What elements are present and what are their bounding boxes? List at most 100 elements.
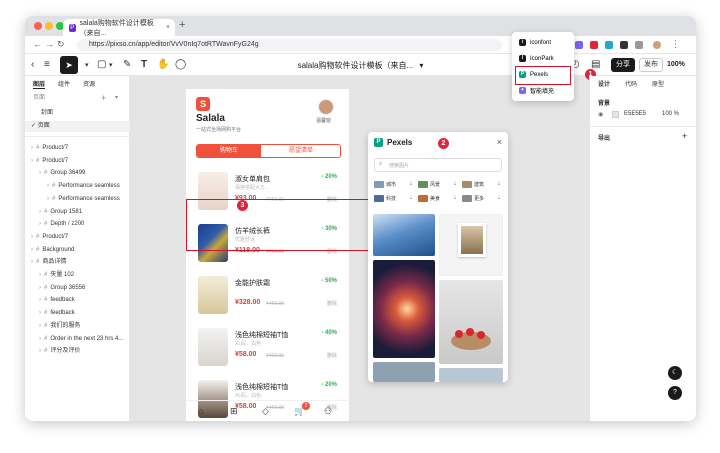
tab-layers[interactable]: 图层 — [33, 79, 46, 89]
publish-button[interactable]: 发布 — [639, 58, 663, 72]
puzzle-icon[interactable] — [635, 41, 643, 49]
color-swatch[interactable] — [612, 111, 619, 118]
tab-close-icon[interactable]: × — [166, 24, 170, 31]
layer-item[interactable]: › # feedback — [25, 308, 130, 319]
tab-components[interactable]: 组件 — [58, 79, 70, 89]
tab-code[interactable]: 代码 — [625, 79, 637, 88]
forward-icon[interactable]: → — [45, 39, 54, 49]
layer-item[interactable]: › # Performance seamless — [25, 194, 130, 205]
add-export-icon[interactable]: + — [682, 131, 687, 141]
download-icon[interactable]: ⇣ — [453, 195, 457, 201]
help-button[interactable]: ? — [668, 386, 682, 400]
extension-icon[interactable] — [590, 41, 598, 49]
chevron-right-icon[interactable]: › — [31, 234, 33, 240]
layer-item[interactable]: › # Depth / z200 — [25, 219, 130, 230]
chevron-right-icon[interactable]: › — [39, 310, 41, 316]
background-hex[interactable]: E5E5E5 — [624, 111, 646, 117]
background-opacity[interactable]: 100 % — [662, 111, 679, 117]
extension-icon[interactable] — [620, 41, 628, 49]
phone-frame[interactable]: S Salala 一站式全场网购平台 温馨窗 购物车 愿望清单 淑女单肩包 保持搭… — [186, 89, 349, 421]
category-chip[interactable]: 风景 ⇣ — [418, 179, 460, 189]
category-chip[interactable]: 城市 ⇣ — [374, 179, 416, 189]
layer-item[interactable]: › # 矢量 102 — [25, 270, 130, 281]
layer-item[interactable]: › # 我们的服务 — [25, 321, 130, 332]
chevron-right-icon[interactable]: › — [39, 209, 41, 215]
download-icon[interactable]: ⇣ — [453, 181, 457, 187]
close-window-button[interactable] — [34, 22, 42, 30]
category-chip[interactable]: 更多 ⇣ — [462, 193, 504, 203]
download-icon[interactable]: ⇣ — [497, 195, 501, 201]
design-canvas[interactable]: S Salala 一站式全场网购平台 温馨窗 购物车 愿望清单 淑女单肩包 保持搭… — [130, 32, 596, 421]
chevron-right-icon[interactable]: › — [39, 348, 41, 354]
chevron-right-icon[interactable]: › — [39, 170, 41, 176]
layer-item[interactable]: › # Performance seamless — [25, 181, 130, 192]
layer-item[interactable]: › # Order in the next 23 hrs 4... — [25, 334, 130, 345]
sky-photo[interactable] — [373, 214, 435, 256]
extension-icon[interactable] — [605, 41, 613, 49]
plugin-menu-item[interactable]: I IconPark — [516, 52, 570, 65]
delete-button[interactable]: 删除 — [327, 352, 337, 359]
layer-item[interactable]: › # feedback — [25, 295, 130, 306]
product-row[interactable]: 金能护肤霜 ¥328.00 ¥460.00 - 50% 删除 — [186, 271, 349, 321]
back-icon[interactable]: ← — [33, 39, 42, 49]
layer-item[interactable]: › # Product/7 — [25, 156, 130, 167]
layer-item[interactable]: › # Group 36556 — [25, 283, 130, 294]
tag-icon[interactable]: ◇ — [262, 406, 269, 417]
page-item[interactable]: 封面 — [25, 108, 130, 119]
url-input[interactable]: https://pixso.cn/app/editor/VvV0nIq7otRT… — [77, 39, 502, 51]
photo[interactable] — [439, 368, 503, 382]
chevron-right-icon[interactable]: › — [39, 221, 41, 227]
profile-avatar[interactable] — [653, 41, 661, 49]
layer-item[interactable]: › # Product/7 — [25, 232, 130, 243]
layer-item[interactable]: › # Background — [25, 245, 130, 256]
photo[interactable] — [373, 362, 435, 382]
tab-design[interactable]: 设计 — [598, 79, 610, 88]
strawberries-photo[interactable] — [439, 280, 503, 364]
avatar[interactable] — [318, 99, 334, 115]
new-tab-button[interactable]: + — [179, 19, 185, 31]
theme-toggle-button[interactable]: ☾ — [668, 366, 682, 380]
chevron-right-icon[interactable]: › — [39, 272, 41, 278]
browser-tab[interactable]: P salala购物软件设计模板（来自... × — [63, 19, 175, 37]
chevron-right-icon[interactable]: › — [31, 259, 33, 265]
layer-item[interactable]: › # 商品详情 — [25, 257, 130, 268]
chevron-right-icon[interactable]: › — [47, 183, 49, 189]
chevron-right-icon[interactable]: › — [39, 336, 41, 342]
tab-assets[interactable]: 资源 — [83, 79, 95, 89]
product-row[interactable]: 浅色纯棉短袖T恤 XL码、白色 ¥58.00 ¥460.00 - 40% 删除 — [186, 323, 349, 373]
category-icon[interactable]: ⊞ — [230, 406, 238, 417]
home-icon[interactable]: ⌂ — [198, 406, 203, 416]
category-chip[interactable]: 科技 ⇣ — [374, 193, 416, 203]
layer-item[interactable]: › # Group 36499 — [25, 168, 130, 179]
light-trail-photo[interactable] — [373, 260, 435, 358]
layer-item[interactable]: › # Product/7 — [25, 143, 130, 154]
zoom-level[interactable]: 100% — [667, 61, 685, 68]
plugin-menu-item[interactable]: ✦ 智能填充 — [516, 84, 570, 97]
delete-button[interactable]: 删除 — [327, 300, 337, 307]
category-chip[interactable]: 建筑 ⇣ — [462, 179, 504, 189]
chevron-right-icon[interactable]: › — [31, 247, 33, 253]
plugin-menu-item[interactable]: i iconfont — [516, 36, 570, 49]
share-button[interactable]: 分享 — [611, 58, 635, 72]
download-icon[interactable]: ⇣ — [409, 181, 413, 187]
tab-prototype[interactable]: 原型 — [652, 79, 664, 88]
category-chip[interactable]: 美食 ⇣ — [418, 193, 460, 203]
tab-cart[interactable]: 购物车 — [197, 145, 261, 157]
layer-item[interactable]: › # Group 1581 — [25, 207, 130, 218]
tab-wishlist[interactable]: 愿望清单 — [261, 145, 340, 157]
chevron-right-icon[interactable]: › — [39, 285, 41, 291]
chevron-right-icon[interactable]: › — [31, 158, 33, 164]
more-icon[interactable]: ⋮ — [671, 39, 680, 50]
extension-icon[interactable] — [575, 41, 583, 49]
pexels-search-input[interactable]: ⌕ 搜索图片 — [374, 158, 502, 172]
page-item-active[interactable]: ✓ 页面 — [25, 121, 130, 132]
chevron-right-icon[interactable]: › — [31, 145, 33, 151]
visibility-icon[interactable]: ◉ — [598, 111, 603, 118]
add-page-icon[interactable]: + — [101, 93, 106, 104]
chevron-right-icon[interactable]: › — [47, 196, 49, 202]
user-icon[interactable]: ⚇ — [324, 406, 332, 417]
chevron-right-icon[interactable]: › — [39, 323, 41, 329]
chevron-right-icon[interactable]: › — [39, 297, 41, 303]
close-icon[interactable]: × — [497, 137, 502, 147]
chevron-down-icon[interactable]: ▾ — [115, 93, 118, 104]
